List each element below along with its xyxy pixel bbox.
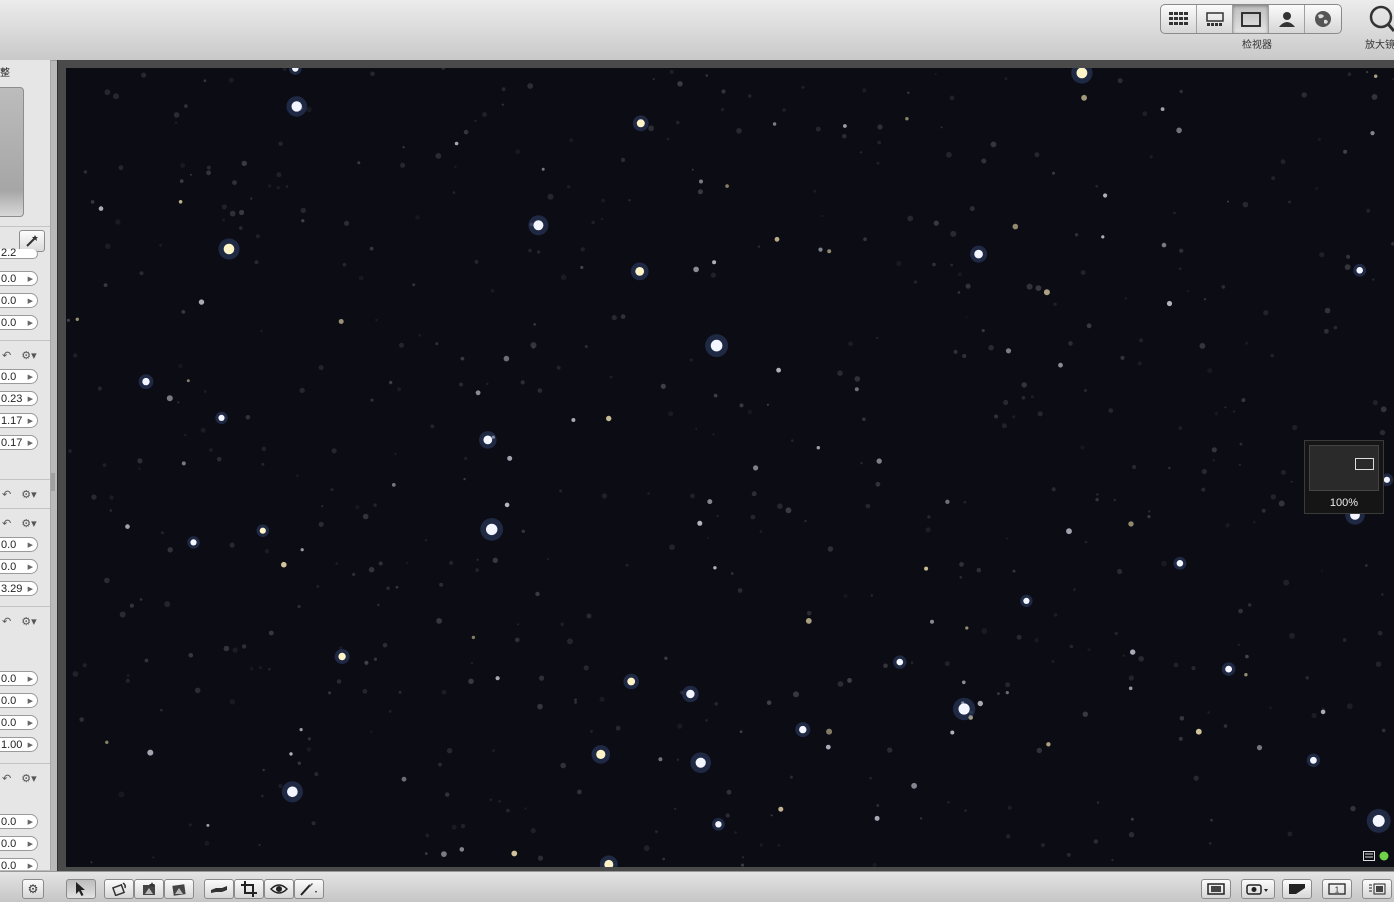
view-mode-segmented-control — [1160, 4, 1342, 34]
undo-icon[interactable]: ↶ — [2, 772, 11, 785]
level-button[interactable] — [204, 879, 234, 899]
undo-icon[interactable]: ↶ — [2, 488, 11, 501]
divider — [0, 479, 50, 480]
slider-value[interactable]: 0.17 ▶ — [0, 435, 38, 450]
section-controls: ↶ ⚙▾ — [2, 613, 46, 629]
section-controls: ↶ ⚙▾ — [2, 515, 46, 531]
split-view-button[interactable] — [1197, 5, 1233, 33]
viewer-area — [57, 60, 1394, 871]
single-page-button[interactable]: 1 — [1322, 879, 1352, 899]
viewer-icon — [1240, 11, 1261, 27]
places-button[interactable] — [1305, 5, 1341, 33]
info-button[interactable] — [1282, 879, 1312, 899]
panel-resize-handle[interactable] — [51, 473, 56, 491]
slider-value[interactable]: 0.0 ▶ — [0, 858, 38, 870]
enhance-icon — [143, 882, 155, 895]
slider-value[interactable]: 2.2 — [0, 248, 38, 259]
red-eye-button[interactable] — [264, 879, 294, 899]
single-view-icon: 1 — [1328, 883, 1346, 895]
slider-value[interactable]: 0.0 ▶ — [0, 671, 38, 686]
arrow-cursor-icon — [76, 882, 85, 896]
faces-button[interactable] — [1269, 5, 1305, 33]
divider — [0, 606, 50, 607]
crop-button[interactable] — [234, 879, 264, 899]
star-field-image — [66, 68, 1394, 867]
slider-value[interactable]: 0.0 ▶ — [0, 836, 38, 851]
magnifier-icon[interactable] — [1366, 4, 1394, 32]
full-screen-button[interactable] — [1362, 879, 1392, 899]
straighten-icon — [172, 884, 186, 896]
section-controls: ↶ ⚙▾ — [2, 347, 46, 363]
panel-title: 整 — [0, 68, 10, 79]
rotate-icon — [111, 882, 126, 896]
slider-value[interactable]: 0.0 ▶ — [0, 293, 38, 308]
svg-text:1: 1 — [1335, 886, 1340, 895]
share-icon — [1246, 884, 1268, 895]
slider-value[interactable]: 3.29 ▶ — [0, 581, 38, 596]
action-menu-button[interactable]: ⚙ — [22, 879, 44, 899]
viewer-button[interactable] — [1233, 5, 1269, 33]
slider-value[interactable]: 0.0 ▶ — [0, 369, 38, 384]
grid-view-icon — [1168, 12, 1188, 25]
photo-status-icons — [1363, 851, 1389, 861]
faces-icon — [1278, 12, 1295, 27]
divider — [0, 226, 50, 227]
slider-value[interactable]: 1.00 ▶ — [0, 737, 38, 752]
slider-value[interactable]: 1.17 ▶ — [0, 413, 38, 428]
bottom-toolbar: ⚙ 1 — [0, 871, 1394, 902]
rotate-button[interactable] — [104, 879, 134, 899]
magic-wand-icon — [26, 235, 38, 247]
zoom-navigator[interactable]: 100% — [1304, 440, 1384, 514]
divider — [0, 763, 50, 764]
undo-icon[interactable]: ↶ — [2, 517, 11, 530]
adjust-panel: 整 2.2 0.0 ▶ 0.0 ▶ 0.0 ▶ ↶ ⚙▾ 0.0 ▶ 0.23 ▶ 1.17… — [0, 60, 51, 870]
share-menu-button[interactable] — [1241, 879, 1275, 899]
split-view-icon — [1205, 12, 1224, 26]
film-strip-button[interactable] — [1201, 879, 1231, 899]
level-icon — [211, 886, 227, 893]
undo-icon[interactable]: ↶ — [2, 349, 11, 362]
photo[interactable] — [66, 68, 1394, 867]
section-controls: ↶ ⚙▾ — [2, 486, 46, 502]
gear-icon[interactable]: ⚙▾ — [21, 615, 36, 628]
brush-icon — [300, 883, 317, 896]
slider-value[interactable]: 0.0 ▶ — [0, 715, 38, 730]
slider-value[interactable]: 0.0 ▶ — [0, 814, 38, 829]
eye-icon — [270, 884, 288, 894]
adjusted-badge-icon — [1363, 851, 1375, 861]
gear-icon[interactable]: ⚙▾ — [21, 772, 36, 785]
film-strip-icon — [1207, 883, 1225, 895]
top-toolbar: 检视器 放大镜 — [0, 0, 1394, 61]
undo-icon[interactable]: ↶ — [2, 615, 11, 628]
browser-view-button[interactable] — [1161, 5, 1197, 33]
navigator-thumbnail — [1309, 445, 1379, 491]
slider-value[interactable]: 0.0 ▶ — [0, 537, 38, 552]
navigator-viewport-rect[interactable] — [1355, 458, 1374, 470]
slider-value[interactable]: 0.0 ▶ — [0, 271, 38, 286]
status-dot-icon — [1379, 851, 1389, 861]
gear-icon[interactable]: ⚙▾ — [21, 349, 36, 362]
gear-icon[interactable]: ⚙▾ — [21, 517, 36, 530]
slider-value[interactable]: 0.0 ▶ — [0, 559, 38, 574]
divider — [0, 508, 50, 509]
section-controls: ↶ ⚙▾ — [2, 770, 46, 786]
zoom-percent: 100% — [1329, 497, 1359, 509]
slider-value[interactable]: 0.0 ▶ — [0, 315, 38, 330]
select-tool-button[interactable] — [66, 879, 96, 899]
enhance-button[interactable] — [134, 879, 164, 899]
brush-button[interactable] — [294, 879, 324, 899]
full-screen-icon — [1369, 883, 1386, 895]
slider-value[interactable]: 0.23 ▶ — [0, 391, 38, 406]
straighten-button[interactable] — [164, 879, 194, 899]
magnifier-label: 放大镜 — [1365, 40, 1394, 51]
histogram — [0, 87, 24, 217]
crop-icon — [241, 881, 257, 897]
gear-icon[interactable]: ⚙▾ — [21, 488, 36, 501]
places-icon — [1315, 11, 1331, 27]
slider-value[interactable]: 0.0 ▶ — [0, 693, 38, 708]
viewer-label: 检视器 — [1242, 40, 1272, 51]
divider — [0, 340, 50, 341]
info-card-icon — [1289, 884, 1305, 894]
gear-icon: ⚙ — [27, 882, 39, 896]
